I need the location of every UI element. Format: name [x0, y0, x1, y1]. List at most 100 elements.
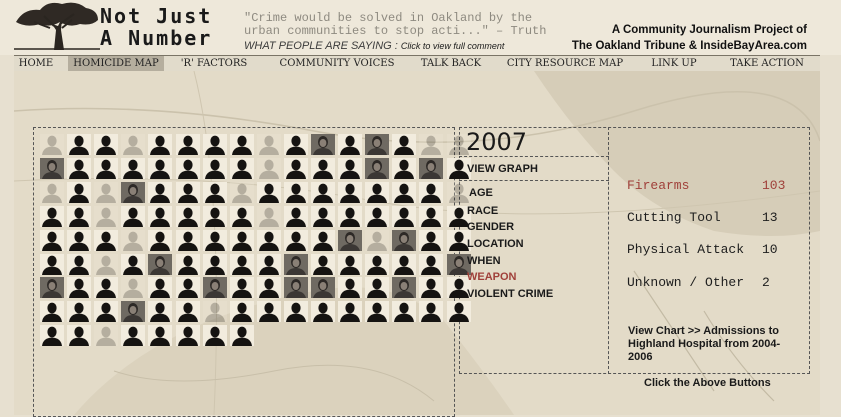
victim-silhouette[interactable]	[121, 230, 145, 251]
view-full-comment-link[interactable]: Click to view full comment	[401, 41, 505, 51]
victim-silhouette[interactable]	[230, 325, 254, 346]
victim-silhouette[interactable]	[365, 277, 389, 298]
victim-silhouette[interactable]	[121, 134, 145, 155]
victim-silhouette[interactable]	[419, 182, 443, 203]
victim-silhouette[interactable]	[67, 325, 91, 346]
victim-silhouette[interactable]	[257, 277, 281, 298]
victim-silhouette[interactable]	[94, 230, 118, 251]
selected-year[interactable]: 2007	[466, 128, 527, 156]
victim-silhouette[interactable]	[311, 254, 335, 275]
victim-silhouette[interactable]	[257, 254, 281, 275]
victim-silhouette[interactable]	[311, 230, 335, 251]
category-location[interactable]: LOCATION	[467, 238, 524, 250]
victim-silhouette[interactable]	[257, 206, 281, 227]
category-violent-crime[interactable]: VIOLENT CRIME	[467, 288, 553, 300]
victim-photo[interactable]	[121, 301, 145, 322]
victim-silhouette[interactable]	[447, 301, 471, 322]
victim-silhouette[interactable]	[121, 158, 145, 179]
victim-silhouette[interactable]	[230, 254, 254, 275]
victim-silhouette[interactable]	[419, 206, 443, 227]
victim-silhouette[interactable]	[447, 182, 471, 203]
victim-silhouette[interactable]	[67, 254, 91, 275]
victim-silhouette[interactable]	[311, 158, 335, 179]
victim-silhouette[interactable]	[338, 182, 362, 203]
victim-silhouette[interactable]	[176, 277, 200, 298]
victim-silhouette[interactable]	[230, 277, 254, 298]
victim-silhouette[interactable]	[40, 325, 64, 346]
victim-silhouette[interactable]	[121, 254, 145, 275]
victim-photo[interactable]	[40, 277, 64, 298]
victim-silhouette[interactable]	[257, 134, 281, 155]
victim-silhouette[interactable]	[203, 254, 227, 275]
victim-silhouette[interactable]	[94, 182, 118, 203]
victim-silhouette[interactable]	[419, 301, 443, 322]
victim-silhouette[interactable]	[67, 301, 91, 322]
victim-photo[interactable]	[392, 277, 416, 298]
victim-silhouette[interactable]	[176, 325, 200, 346]
victim-silhouette[interactable]	[203, 230, 227, 251]
nav-item-community-voices[interactable]: COMMUNITY VOICES	[272, 56, 402, 71]
victim-silhouette[interactable]	[338, 254, 362, 275]
victim-silhouette[interactable]	[121, 206, 145, 227]
victim-silhouette[interactable]	[176, 254, 200, 275]
victim-silhouette[interactable]	[419, 230, 443, 251]
victim-silhouette[interactable]	[419, 254, 443, 275]
victim-silhouette[interactable]	[148, 277, 172, 298]
victim-silhouette[interactable]	[94, 206, 118, 227]
victim-silhouette[interactable]	[203, 182, 227, 203]
victim-silhouette[interactable]	[338, 277, 362, 298]
victim-photo[interactable]	[121, 182, 145, 203]
view-chart-link[interactable]: View Chart >> Admissions to Highland Hos…	[628, 325, 798, 364]
victim-silhouette[interactable]	[365, 182, 389, 203]
victim-silhouette[interactable]	[40, 230, 64, 251]
victim-silhouette[interactable]	[203, 325, 227, 346]
victim-silhouette[interactable]	[176, 182, 200, 203]
victim-photo[interactable]	[338, 230, 362, 251]
victim-photo[interactable]	[311, 134, 335, 155]
victim-silhouette[interactable]	[311, 206, 335, 227]
victim-photo[interactable]	[392, 230, 416, 251]
victim-silhouette[interactable]	[230, 182, 254, 203]
victim-silhouette[interactable]	[94, 254, 118, 275]
victim-silhouette[interactable]	[94, 277, 118, 298]
victim-silhouette[interactable]	[311, 301, 335, 322]
victim-silhouette[interactable]	[365, 206, 389, 227]
victim-photo[interactable]	[148, 254, 172, 275]
victim-silhouette[interactable]	[419, 134, 443, 155]
victim-silhouette[interactable]	[392, 206, 416, 227]
nav-item-talk-back[interactable]: TALK BACK	[411, 56, 491, 71]
victim-silhouette[interactable]	[40, 301, 64, 322]
nav-item-r-factors[interactable]: 'R' FACTORS	[171, 56, 257, 71]
category-race[interactable]: RACE	[467, 205, 498, 217]
victim-photo[interactable]	[284, 254, 308, 275]
victim-silhouette[interactable]	[40, 134, 64, 155]
victim-silhouette[interactable]	[284, 182, 308, 203]
victim-silhouette[interactable]	[40, 254, 64, 275]
victim-silhouette[interactable]	[176, 301, 200, 322]
category-weapon[interactable]: WEAPON	[467, 271, 517, 283]
victim-silhouette[interactable]	[338, 301, 362, 322]
victim-silhouette[interactable]	[257, 301, 281, 322]
victim-silhouette[interactable]	[176, 134, 200, 155]
category-gender[interactable]: GENDER	[467, 221, 514, 233]
victim-silhouette[interactable]	[203, 158, 227, 179]
victim-silhouette[interactable]	[392, 301, 416, 322]
victim-silhouette[interactable]	[67, 230, 91, 251]
nav-item-link-up[interactable]: LINK UP	[644, 56, 704, 71]
category-when[interactable]: WHEN	[467, 255, 501, 267]
victim-silhouette[interactable]	[230, 134, 254, 155]
victim-silhouette[interactable]	[392, 158, 416, 179]
victim-silhouette[interactable]	[121, 325, 145, 346]
victim-silhouette[interactable]	[203, 134, 227, 155]
victim-photo[interactable]	[40, 158, 64, 179]
nav-item-city-resource-map[interactable]: CITY RESOURCE MAP	[504, 56, 626, 71]
victim-silhouette[interactable]	[148, 325, 172, 346]
nav-item-home[interactable]: HOME	[14, 56, 58, 71]
victim-silhouette[interactable]	[121, 277, 145, 298]
victim-silhouette[interactable]	[67, 182, 91, 203]
victim-photo[interactable]	[284, 277, 308, 298]
view-graph-button[interactable]: VIEW GRAPH	[467, 163, 538, 175]
victim-silhouette[interactable]	[311, 182, 335, 203]
victim-photo[interactable]	[419, 158, 443, 179]
victim-silhouette[interactable]	[67, 277, 91, 298]
